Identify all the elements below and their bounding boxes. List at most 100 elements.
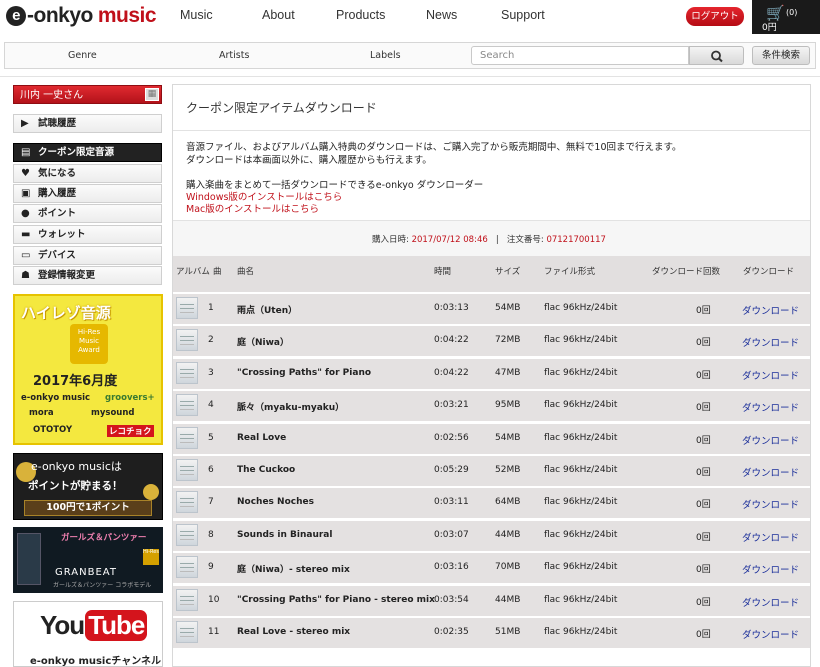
download-count: 0回 bbox=[696, 500, 711, 511]
menu-devices[interactable]: ▭ デバイス bbox=[13, 246, 162, 265]
menu-label: ポイント bbox=[38, 208, 77, 219]
table-row: 11 Real Love - stereo mix 0:02:35 51MB flac … bbox=[173, 618, 810, 649]
download-count: 0回 bbox=[696, 370, 711, 381]
genre-link[interactable]: Genre bbox=[68, 50, 97, 61]
menu-coupon-tracks[interactable]: ▤ クーポン限定音源 bbox=[13, 143, 162, 162]
track-title: 雨点（Uten） bbox=[237, 306, 298, 316]
granbeat-brand: GRANBEAT bbox=[55, 567, 117, 578]
download-count: 0回 bbox=[696, 565, 711, 576]
download-link[interactable]: ダウンロード bbox=[742, 303, 799, 317]
receipt-icon: ▣ bbox=[21, 188, 31, 199]
nav-news[interactable]: News bbox=[426, 8, 457, 22]
table-row: 1 雨点（Uten） 0:03:13 54MB flac 96kHz/24bit 0回 ダウ… bbox=[173, 294, 810, 325]
file-format: flac 96kHz/24bit bbox=[544, 465, 618, 475]
album-thumbnail bbox=[176, 621, 198, 643]
avatar-icon: ▦ bbox=[145, 88, 159, 101]
mac-installer-link[interactable]: Mac版のインストールはこちら bbox=[186, 201, 319, 215]
menu-label: 登録情報変更 bbox=[38, 270, 96, 281]
download-link[interactable]: ダウンロード bbox=[742, 368, 799, 382]
site-logo[interactable]: e -onkyo music bbox=[6, 3, 157, 29]
file-format: flac 96kHz/24bit bbox=[544, 497, 618, 508]
file-size: 54MB bbox=[495, 432, 521, 443]
download-link[interactable]: ダウンロード bbox=[742, 433, 799, 447]
nav-support[interactable]: Support bbox=[501, 8, 545, 22]
track-title: Noches Noches bbox=[237, 497, 314, 508]
menu-label: 気になる bbox=[38, 168, 77, 179]
nav-about[interactable]: About bbox=[262, 8, 295, 22]
artists-link[interactable]: Artists bbox=[219, 50, 249, 61]
menu-points[interactable]: ● ポイント bbox=[13, 204, 162, 223]
menu-favorites[interactable]: ♥ 気になる bbox=[13, 164, 162, 183]
point-banner[interactable]: e-onkyo musicは ポイントが貯まる！ 100円で1ポイント bbox=[13, 453, 163, 520]
file-size: 54MB bbox=[495, 303, 521, 313]
hires-logo-icon: Hi-Res bbox=[143, 549, 159, 565]
youtube-you: You bbox=[40, 610, 85, 640]
nav-music[interactable]: Music bbox=[180, 8, 213, 22]
hires-award-banner[interactable]: ハイレゾ音源 Hi-Res Music Award 2017年6月度 e-onk… bbox=[13, 294, 163, 445]
album-thumbnail bbox=[176, 394, 198, 417]
download-link[interactable]: ダウンロード bbox=[742, 627, 799, 641]
store-eonkyo: e-onkyo music bbox=[21, 393, 91, 403]
granbeat-banner[interactable]: ガールズ＆パンツァー Hi-Res GRANBEAT ガールズ＆パンツァー コラ… bbox=[13, 527, 163, 593]
menu-purchase-history[interactable]: ▣ 購入履歴 bbox=[13, 184, 162, 203]
table-row: 4 脈々（myaku-myaku） 0:03:21 95MB flac 96kHz/24… bbox=[173, 391, 810, 423]
track-number: 7 bbox=[208, 497, 214, 508]
nav-products[interactable]: Products bbox=[336, 8, 385, 22]
download-link[interactable]: ダウンロード bbox=[742, 400, 799, 414]
hires-banner-month: 2017年6月度 bbox=[33, 374, 118, 389]
file-format: flac 96kHz/24bit bbox=[544, 594, 618, 605]
search-input[interactable] bbox=[471, 46, 689, 65]
wallet-icon: ▬ bbox=[21, 229, 31, 240]
logout-button[interactable]: ログアウト bbox=[686, 7, 744, 26]
track-duration: 0:03:16 bbox=[434, 562, 469, 573]
menu-label: デバイス bbox=[38, 250, 76, 261]
menu-label: 試聴履歴 bbox=[38, 118, 77, 129]
col-track: 曲 bbox=[213, 267, 222, 277]
labels-link[interactable]: Labels bbox=[370, 50, 401, 61]
menu-listening-history[interactable]: ▶ 試聴履歴 bbox=[13, 114, 162, 133]
header-divider bbox=[0, 76, 820, 77]
file-format: flac 96kHz/24bit bbox=[544, 303, 618, 313]
track-title: "Crossing Paths" for Piano bbox=[237, 367, 372, 378]
user-name-box[interactable]: 川内 一史さん ▦ bbox=[13, 85, 162, 104]
youtube-banner[interactable]: You Tube e-onkyo musicチャンネル bbox=[13, 601, 163, 667]
cart-total: 0円 bbox=[762, 23, 777, 33]
file-size: 47MB bbox=[495, 367, 521, 378]
download-link[interactable]: ダウンロード bbox=[742, 465, 799, 479]
hires-banner-title: ハイレゾ音源 bbox=[21, 304, 111, 322]
logo-e-mark: e bbox=[6, 6, 26, 26]
track-title: 脈々（myaku-myaku） bbox=[237, 403, 345, 414]
download-link[interactable]: ダウンロード bbox=[742, 595, 799, 609]
download-link[interactable]: ダウンロード bbox=[742, 530, 799, 544]
download-link[interactable]: ダウンロード bbox=[742, 562, 799, 576]
album-thumbnail bbox=[176, 297, 198, 319]
table-row: 8 Sounds in Binaural 0:03:07 44MB flac 96kHz… bbox=[173, 520, 810, 552]
menu-account-settings[interactable]: ☗ 登録情報変更 bbox=[13, 266, 162, 285]
file-size: 72MB bbox=[495, 335, 521, 346]
store-mysound: mysound bbox=[91, 408, 135, 418]
search-button[interactable] bbox=[689, 46, 744, 65]
point-banner-line3: 100円で1ポイント bbox=[24, 500, 152, 516]
download-link[interactable]: ダウンロード bbox=[742, 335, 799, 349]
user-name: 川内 一史さん bbox=[20, 90, 84, 101]
advanced-search-button[interactable]: 条件検索 bbox=[752, 46, 810, 65]
file-size: 44MB bbox=[495, 594, 521, 605]
granbeat-sub: ガールズ＆パンツァー コラボモデル bbox=[53, 582, 152, 589]
file-size: 52MB bbox=[495, 465, 521, 475]
file-size: 95MB bbox=[495, 400, 521, 411]
col-download-count: ダウンロード回数 bbox=[652, 267, 721, 277]
col-time: 時間 bbox=[434, 267, 452, 277]
download-count: 0回 bbox=[696, 630, 711, 640]
download-link[interactable]: ダウンロード bbox=[742, 497, 799, 511]
store-mora: mora bbox=[29, 408, 54, 418]
track-duration: 0:03:21 bbox=[434, 400, 469, 411]
cart-button[interactable]: 🛒 (0) 0円 bbox=[752, 0, 820, 34]
menu-wallet[interactable]: ▬ ウォレット bbox=[13, 225, 162, 244]
purchase-date: 2017/07/12 08:46 bbox=[411, 235, 488, 245]
track-title: Real Love bbox=[237, 432, 287, 443]
point-banner-line2: ポイントが貯まる！ bbox=[28, 480, 123, 492]
file-size: 64MB bbox=[495, 497, 521, 508]
file-format: flac 96kHz/24bit bbox=[544, 562, 618, 573]
phone-image bbox=[17, 533, 41, 585]
album-thumbnail bbox=[176, 459, 198, 481]
